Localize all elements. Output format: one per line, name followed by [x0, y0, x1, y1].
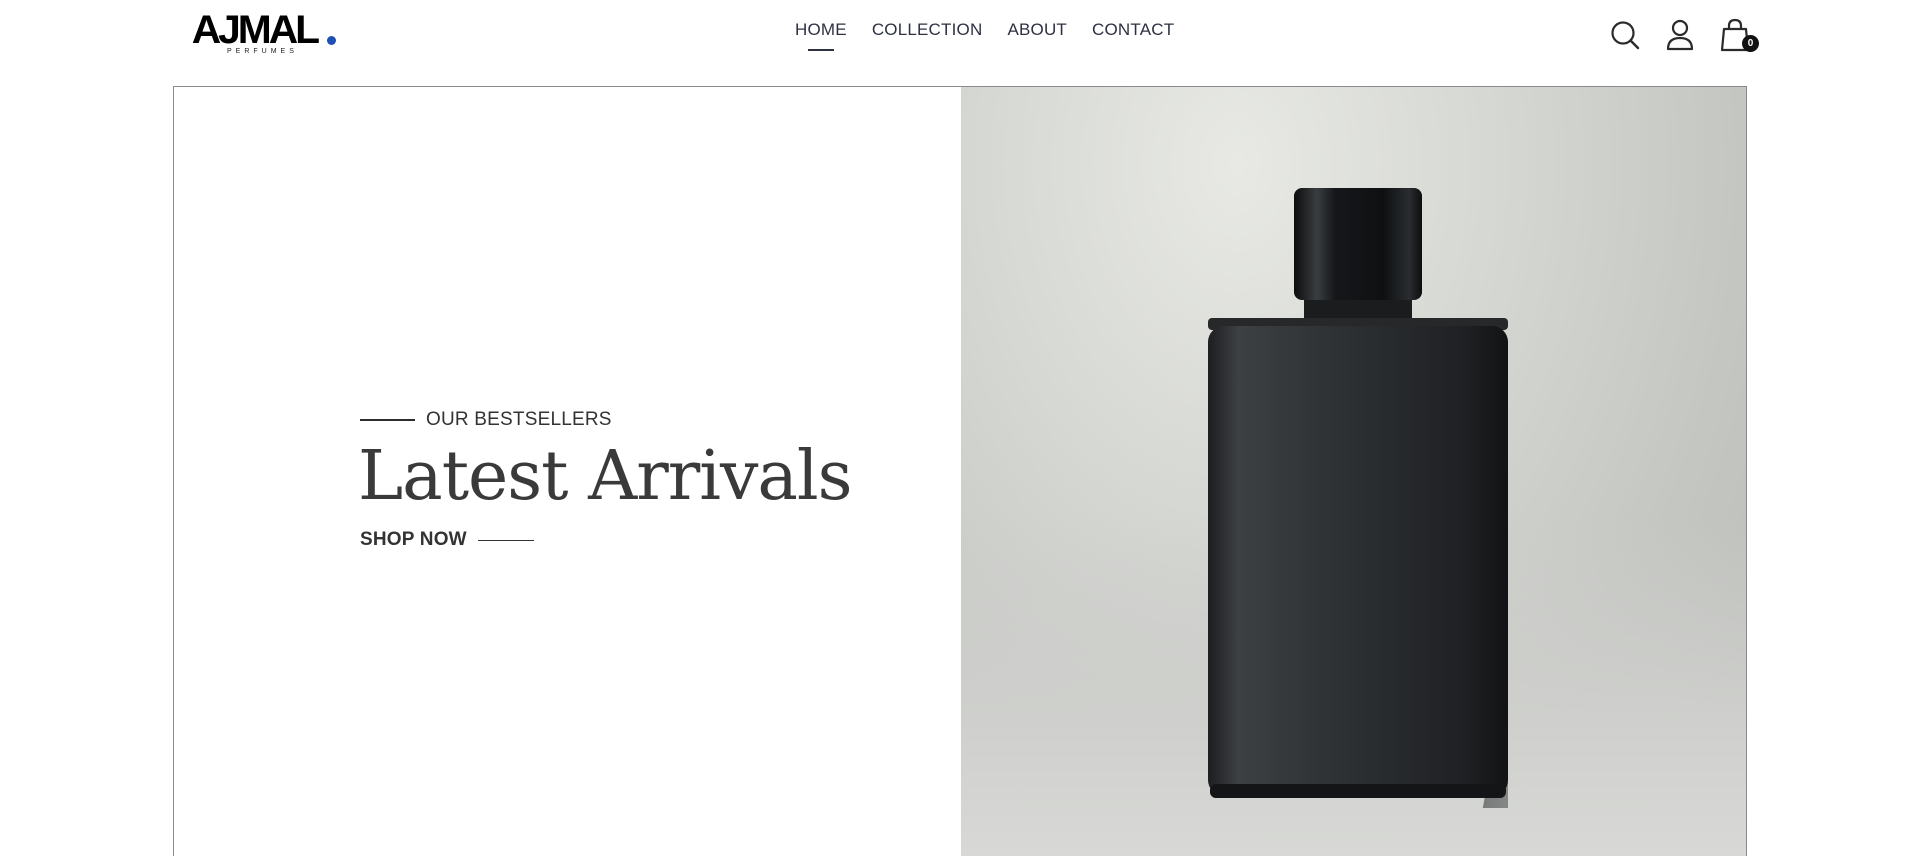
cart-count-badge: 0: [1742, 35, 1759, 52]
main-nav: HOME COLLECTION ABOUT CONTACT: [795, 20, 1199, 51]
user-icon[interactable]: [1663, 18, 1697, 52]
nav-contact[interactable]: CONTACT: [1092, 20, 1174, 40]
hero-text-panel: OUR BESTSELLERS Latest Arrivals SHOP NOW: [174, 87, 961, 856]
nav-collection[interactable]: COLLECTION: [872, 20, 983, 40]
site-header: AJMAL PERFUMES HOME COLLECTION ABOUT CON…: [0, 0, 1920, 86]
shopping-bag-icon[interactable]: 0: [1718, 18, 1759, 52]
logo-dot: [327, 36, 336, 45]
eyebrow-divider: [360, 419, 415, 421]
shop-now-underline: [477, 539, 534, 541]
hero-banner: OUR BESTSELLERS Latest Arrivals SHOP NOW: [173, 86, 1747, 856]
shop-now-link[interactable]: SHOP NOW: [360, 529, 534, 551]
hero-title: Latest Arrivals: [358, 437, 853, 516]
search-icon[interactable]: [1608, 18, 1642, 52]
brand-logo[interactable]: AJMAL PERFUMES: [191, 8, 343, 58]
header-actions: 0: [1608, 18, 1773, 52]
brand-name: AJMAL: [191, 8, 320, 52]
perfume-bottle-image: [1208, 188, 1508, 808]
nav-home[interactable]: HOME: [795, 20, 847, 51]
eyebrow-label: OUR BESTSELLERS: [426, 409, 612, 430]
nav-about[interactable]: ABOUT: [1007, 20, 1067, 40]
brand-subtitle: PERFUMES: [227, 48, 298, 55]
shop-now-label: SHOP NOW: [360, 529, 467, 550]
hero-product-image: [961, 87, 1746, 856]
hero-eyebrow: OUR BESTSELLERS: [360, 409, 612, 431]
